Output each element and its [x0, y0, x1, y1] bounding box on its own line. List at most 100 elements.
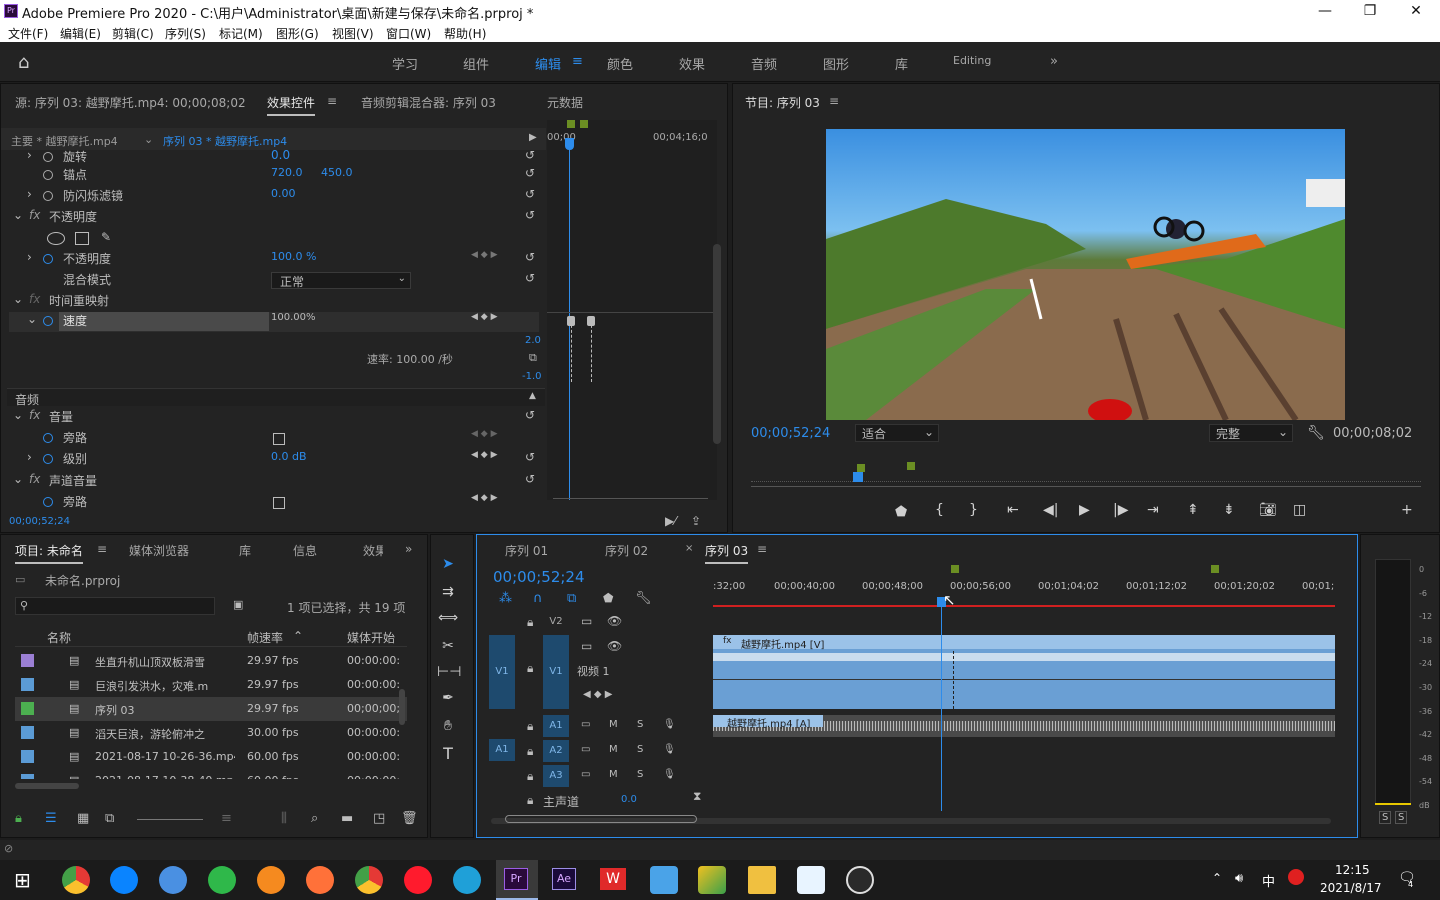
ws-learn[interactable]: 学习	[392, 54, 418, 73]
keyframe-nav-icon[interactable]: ◀ ◆ ▶	[471, 450, 498, 460]
more-tabs-icon[interactable]: »	[405, 542, 412, 556]
mute-button[interactable]: M	[609, 744, 618, 755]
project-list-item[interactable]: ▤ 2021-08-17 10-38-40.mp4 60.00 fps 00:00:0…	[15, 769, 407, 779]
menu-edit[interactable]: 编辑(E)	[60, 25, 101, 42]
sync-lock-icon[interactable]: ▭	[581, 769, 590, 780]
menu-file[interactable]: 文件(F)	[8, 25, 48, 42]
h-scrollbar[interactable]	[15, 783, 79, 789]
volume-icon[interactable]: 🔊︎	[1235, 871, 1243, 886]
play-audio-icon[interactable]: ▶⁄	[665, 514, 676, 528]
ws-assembly[interactable]: 组件	[463, 54, 489, 73]
opacity-value[interactable]: 100.0 %	[271, 250, 316, 263]
chevron-down-icon[interactable]: ⌄	[144, 133, 153, 146]
anchor-x-value[interactable]: 720.0	[271, 166, 303, 179]
obs-icon[interactable]	[846, 866, 874, 894]
new-bin-icon[interactable]: ▬	[341, 811, 353, 826]
selection-tool-icon[interactable]: ➤	[437, 553, 459, 575]
time-ruler[interactable]: :32;00 00;00;40;00 00;00;48;00 00;00;56;…	[713, 565, 1335, 609]
tab-metadata[interactable]: 元数据	[547, 94, 583, 111]
camera-icon[interactable]: 📷︎	[1259, 502, 1277, 518]
keyframe-nav-icon[interactable]: ◀ ◆ ▶	[471, 493, 498, 503]
blend-mode-select[interactable]: 正常 ⌄	[271, 272, 411, 289]
timeline-timecode[interactable]: 00;00;52;24	[493, 568, 585, 586]
edge-icon[interactable]	[453, 866, 481, 894]
label-color[interactable]	[21, 750, 34, 763]
solo-left-button[interactable]: S	[1379, 811, 1392, 824]
list-scrollbar[interactable]	[399, 689, 405, 725]
menu-graphics[interactable]: 图形(G)	[276, 25, 319, 42]
solo-button[interactable]: S	[637, 719, 643, 730]
fx-icon[interactable]: fx	[29, 208, 40, 222]
source-patch-a1[interactable]: A1	[489, 739, 515, 761]
lock-icon[interactable]: 🔒︎	[15, 811, 22, 826]
qq-browser-icon[interactable]	[110, 866, 138, 894]
label-color[interactable]	[21, 774, 34, 779]
tab-seq02[interactable]: 序列 02	[605, 542, 648, 559]
project-list-item[interactable]: ▤ 2021-08-17 10-26-36.mp4 60.00 fps 00:00:0…	[15, 745, 407, 769]
new-bin-from-search-icon[interactable]: ▣	[233, 598, 243, 611]
add-marker-icon[interactable]: ⬟	[895, 504, 907, 520]
paint-app-icon[interactable]	[257, 866, 285, 894]
pen-tool-icon[interactable]: ✒	[437, 687, 459, 709]
notification-icon[interactable]: 🗨︎	[1398, 870, 1416, 886]
stopwatch-icon[interactable]	[43, 316, 53, 326]
zoom-slider[interactable]	[137, 819, 203, 820]
lock-icon[interactable]: 🔒︎	[527, 661, 533, 676]
speed-keyframe[interactable]	[567, 316, 575, 326]
mark-out-icon[interactable]: }	[969, 502, 978, 518]
mail-app-icon[interactable]	[650, 866, 678, 894]
rubber-band[interactable]	[713, 679, 1335, 680]
hand-tool-icon[interactable]: ✋︎	[437, 715, 459, 737]
export-icon[interactable]: ⇪	[691, 514, 701, 528]
panel-menu-icon[interactable]: ≡	[757, 542, 767, 556]
playhead-handle[interactable]	[853, 472, 863, 482]
speed-value[interactable]: 100.00%	[271, 312, 316, 323]
quality-select[interactable]: 完整 ⌄	[1209, 424, 1293, 442]
home-icon[interactable]: ⌂	[18, 52, 29, 73]
keyframe-nav-icon[interactable]: ◀ ◆ ▶	[471, 429, 498, 439]
lock-icon[interactable]: 🔒︎	[527, 615, 533, 630]
ws-custom[interactable]: Editing	[953, 54, 991, 67]
sequence-clip-label[interactable]: 序列 03 * 越野摩托.mp4	[163, 133, 287, 149]
ws-graphics[interactable]: 图形	[823, 54, 849, 73]
ws-editing[interactable]: 编辑	[535, 54, 561, 73]
speed-keyframe[interactable]	[587, 316, 595, 326]
stopwatch-icon[interactable]	[43, 152, 53, 162]
reset-icon[interactable]: ↺	[525, 166, 535, 180]
step-back-icon[interactable]: ◀|	[1043, 502, 1058, 518]
voiceover-icon[interactable]: 🎙︎	[663, 719, 676, 730]
pen-mask-icon[interactable]: ✎	[101, 230, 111, 244]
source-patch-v1[interactable]: V1	[489, 635, 515, 709]
fit-select[interactable]: 适合 ⌄	[855, 424, 939, 442]
tab-effects[interactable]: 效果	[363, 542, 383, 559]
tab-source[interactable]: 源: 序列 03: 越野摩托.mp4: 00;00;08;02	[15, 94, 246, 111]
tab-project[interactable]: 项目: 未命名	[15, 542, 83, 564]
track-a2[interactable]: A2	[543, 740, 569, 762]
add-marker-icon[interactable]: ⬟	[603, 591, 613, 605]
video-clip[interactable]: fx 越野摩托.mp4 [V]	[713, 635, 1335, 709]
clock-date[interactable]: 2021/8/17	[1320, 881, 1382, 895]
timeline-playhead[interactable]	[941, 597, 942, 811]
label-color[interactable]	[21, 654, 34, 667]
track-v2[interactable]: V2	[543, 611, 569, 633]
go-to-end-icon[interactable]: ⧗	[693, 789, 701, 804]
eye-icon[interactable]: 👁︎	[607, 614, 622, 628]
windows-start-icon[interactable]: ⊞	[14, 868, 31, 892]
stopwatch-icon[interactable]	[43, 454, 53, 464]
ime-indicator[interactable]: 中	[1262, 871, 1275, 890]
track-v1[interactable]: V1	[543, 635, 569, 709]
more-workspaces-icon[interactable]: »	[1050, 54, 1058, 69]
reset-icon[interactable]: ↺	[525, 271, 535, 285]
go-to-out-icon[interactable]: ⇥	[1147, 502, 1159, 518]
reset-icon[interactable]: ↺	[525, 187, 535, 201]
master-volume[interactable]: 0.0	[621, 794, 637, 805]
level-value[interactable]: 0.0 dB	[271, 450, 307, 463]
sync-lock-icon[interactable]: ▭	[581, 719, 590, 730]
close-tab-icon[interactable]: ×	[685, 543, 693, 554]
program-scrubber[interactable]	[751, 462, 1421, 482]
new-item-icon[interactable]: ◳	[373, 811, 385, 826]
add-button-icon[interactable]: +	[1401, 502, 1413, 518]
tray-expand-icon[interactable]: ⌃	[1212, 871, 1222, 885]
sync-lock-icon[interactable]: ▭	[581, 614, 592, 628]
tab-media-browser[interactable]: 媒体浏览器	[129, 542, 189, 559]
